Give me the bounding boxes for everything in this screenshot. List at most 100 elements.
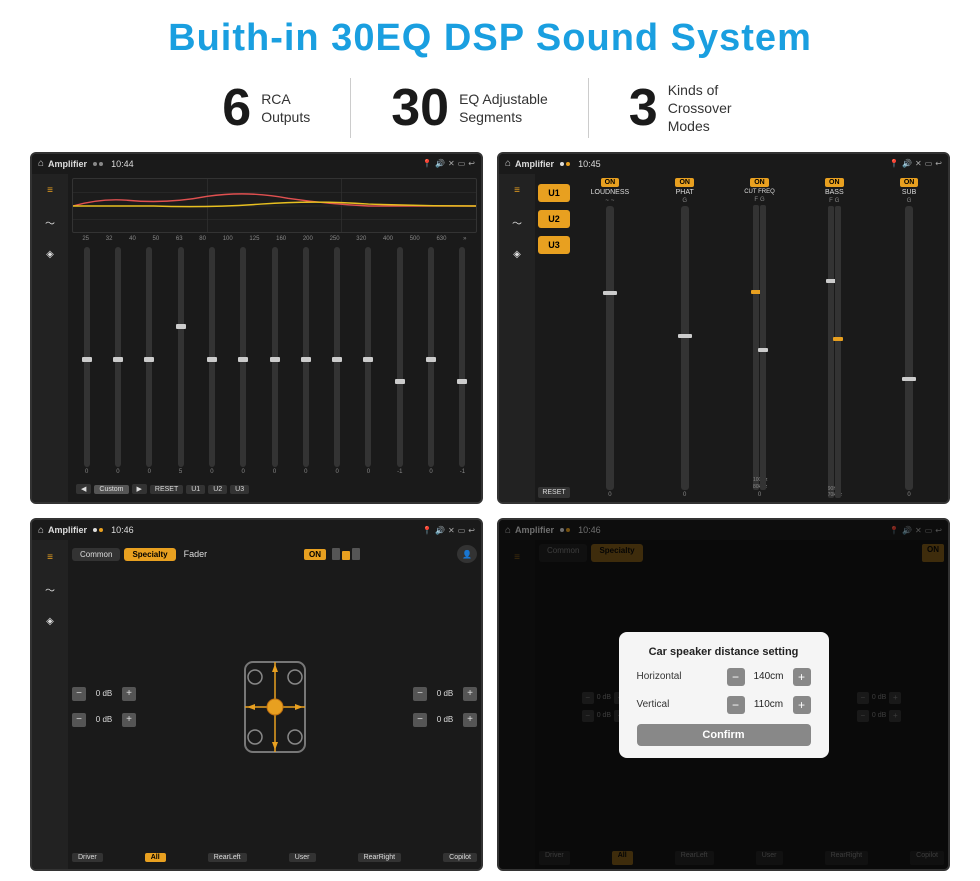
eq-icon-2[interactable]: 〜	[39, 212, 61, 234]
loudness-name: LOUDNESS	[591, 189, 630, 196]
dialog-horizontal-minus[interactable]: −	[727, 668, 745, 686]
tab-specialty[interactable]: Specialty	[124, 548, 175, 561]
slider-track-1[interactable]	[84, 247, 90, 468]
u3-btn-eq[interactable]: U3	[230, 485, 249, 494]
fader-on-badge[interactable]: ON	[304, 549, 326, 560]
reset-btn-eq[interactable]: RESET	[150, 485, 183, 494]
dialog-vertical-minus[interactable]: −	[727, 696, 745, 714]
cross-icon-3[interactable]: ◈	[506, 244, 528, 266]
slider-track-11[interactable]	[397, 247, 403, 468]
freq-63: 63	[176, 236, 183, 242]
eq-sliders: 0 0 0 5 0 0 0 0 0 0 -1 0 -1	[72, 245, 477, 478]
db2-minus[interactable]: −	[72, 713, 86, 727]
dot1	[93, 162, 97, 166]
channel-loudness: ON LOUDNESS ~~ 0	[574, 178, 646, 499]
db3-value: 0 dB	[431, 689, 459, 698]
cutfreq-on[interactable]: ON	[750, 178, 769, 187]
driver-btn[interactable]: Driver	[72, 853, 103, 862]
user-btn[interactable]: User	[289, 853, 316, 862]
rearleft-btn[interactable]: RearLeft	[208, 853, 247, 862]
dot-cross-1	[560, 162, 564, 166]
bass-track-g[interactable]	[835, 206, 841, 499]
eq-freq-labels: 25 32 40 50 63 80 100 125 160 200 250 32…	[72, 236, 477, 242]
prev-btn[interactable]: ◀	[76, 484, 91, 494]
bass-track-f[interactable]: 90Hz 70kHz	[828, 206, 834, 499]
loudness-thumb	[603, 291, 617, 295]
db2-plus[interactable]: +	[122, 713, 136, 727]
eq-slider-1: 0	[72, 247, 101, 476]
loudness-track[interactable]	[606, 206, 614, 491]
eq-icon-1[interactable]: ≡	[39, 180, 61, 202]
db2-value: 0 dB	[90, 715, 118, 724]
reset-btn-cross[interactable]: RESET	[538, 487, 570, 498]
custom-btn[interactable]: Custom	[94, 485, 128, 494]
bass-on[interactable]: ON	[825, 178, 844, 187]
dialog-vertical-value: 110cm	[749, 699, 789, 710]
db4-minus[interactable]: −	[413, 713, 427, 727]
phat-g: G	[682, 198, 687, 204]
eq-main-area: 25 32 40 50 63 80 100 125 160 200 250 32…	[68, 174, 481, 503]
rearright-btn[interactable]: RearRight	[358, 853, 402, 862]
slider-track-3[interactable]	[146, 247, 152, 468]
slider-track-2[interactable]	[115, 247, 121, 468]
phat-on[interactable]: ON	[675, 178, 694, 187]
u3-btn-cross[interactable]: U3	[538, 236, 570, 254]
sub-track[interactable]	[905, 206, 913, 491]
fader-icon-1[interactable]: ≡	[39, 546, 61, 568]
loudness-on[interactable]: ON	[601, 178, 620, 187]
fader-icon-3[interactable]: ◈	[39, 610, 61, 632]
time-cross: 10:45	[578, 159, 601, 169]
slider-track-8[interactable]	[303, 247, 309, 468]
copilot-btn[interactable]: Copilot	[443, 853, 477, 862]
sub-on[interactable]: ON	[900, 178, 919, 187]
freq-32: 32	[106, 236, 113, 242]
confirm-button[interactable]: Confirm	[637, 724, 811, 746]
dialog-horizontal-plus[interactable]: +	[793, 668, 811, 686]
slider-track-12[interactable]	[428, 247, 434, 468]
db1-plus[interactable]: +	[122, 687, 136, 701]
db1-value: 0 dB	[90, 689, 118, 698]
db-row-1: − 0 dB +	[72, 685, 136, 703]
phat-track[interactable]	[681, 206, 689, 491]
eq-slider-13: -1	[448, 247, 477, 476]
u2-btn-eq[interactable]: U2	[208, 485, 227, 494]
batt-icon-fader: ▭	[458, 526, 466, 535]
back-icon-eq: ↩	[468, 159, 475, 168]
u2-btn-cross[interactable]: U2	[538, 210, 570, 228]
u-buttons-col: U1 U2 U3 RESET	[538, 178, 570, 499]
location-icon-fader: 📍	[422, 526, 432, 535]
stat-crossover-number: 3	[629, 82, 658, 134]
cross-icon-1[interactable]: ≡	[506, 180, 528, 202]
slider-track-5[interactable]	[209, 247, 215, 468]
u1-btn-cross[interactable]: U1	[538, 184, 570, 202]
x-icon-cross: ✕	[915, 159, 922, 168]
fader-bottom-bar: Driver All RearLeft User RearRight Copil…	[72, 849, 477, 865]
db3-plus[interactable]: +	[463, 687, 477, 701]
db3-minus[interactable]: −	[413, 687, 427, 701]
db-left-col: − 0 dB + − 0 dB +	[72, 568, 136, 845]
bass-name: BASS	[825, 189, 844, 196]
u1-btn-eq[interactable]: U1	[186, 485, 205, 494]
slider-track-10[interactable]	[365, 247, 371, 468]
slider-track-9[interactable]	[334, 247, 340, 468]
play-btn[interactable]: ▶	[132, 484, 147, 494]
slider-track-7[interactable]	[272, 247, 278, 468]
db1-minus[interactable]: −	[72, 687, 86, 701]
cf-track-g[interactable]	[760, 205, 766, 491]
fader-bar-3	[352, 548, 360, 560]
slider-track-4[interactable]	[178, 247, 184, 468]
tab-common[interactable]: Common	[72, 548, 120, 561]
stat-rca: 6 RCAOutputs	[182, 82, 350, 134]
fader-sidebar: ≡ 〜 ◈	[32, 540, 68, 869]
eq-icon-3[interactable]: ◈	[39, 244, 61, 266]
db4-plus[interactable]: +	[463, 713, 477, 727]
all-btn[interactable]: All	[145, 853, 166, 862]
dialog-vertical-plus[interactable]: +	[793, 696, 811, 714]
cross-icon-2[interactable]: 〜	[506, 212, 528, 234]
fader-avatar[interactable]: 👤	[457, 545, 477, 563]
status-bar-fader: ⌂ Amplifier 10:46 📍 🔊 ✕ ▭ ↩	[32, 520, 481, 540]
slider-track-6[interactable]	[240, 247, 246, 468]
fader-icon-2[interactable]: 〜	[39, 578, 61, 600]
slider-track-13[interactable]	[459, 247, 465, 468]
freq-125: 125	[249, 236, 259, 242]
